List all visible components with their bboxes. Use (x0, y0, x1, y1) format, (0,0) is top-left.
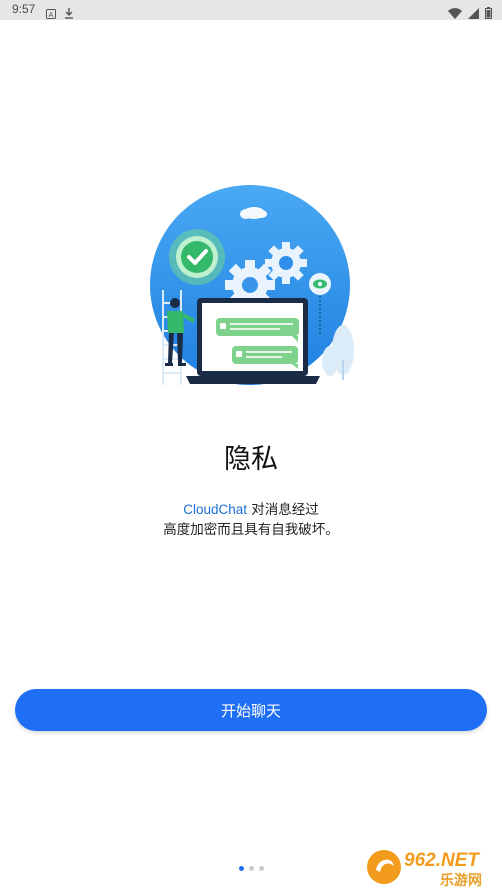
page-title: 隐私 (224, 444, 278, 475)
watermark-site: 乐游网 (440, 872, 482, 889)
signal-icon (468, 4, 479, 23)
page-dot-2 (248, 866, 254, 871)
svg-text:A: A (49, 12, 54, 19)
watermark-brand: 962.NET (404, 850, 480, 871)
brand-name: CloudChat (183, 502, 247, 517)
start-chat-button[interactable]: 开始聊天 (15, 689, 487, 731)
screen: 9:57 A 隐私 CloudChat 对消息经过 高度加密而且具有自我破坏。 … (0, 0, 502, 894)
description: CloudChat 对消息经过 高度加密而且具有自我破坏。 (0, 500, 502, 540)
notification-a-icon: A (46, 4, 56, 23)
download-icon (64, 4, 74, 23)
wifi-icon (448, 4, 462, 23)
status-right-icons (448, 4, 492, 23)
watermark-logo: 962.NET 乐游网 (364, 844, 498, 890)
battery-icon (485, 4, 492, 23)
status-bar: 9:57 A (0, 0, 502, 20)
page-dot-1 (238, 866, 244, 871)
privacy-illustration (150, 185, 356, 390)
status-time: 9:57 (12, 2, 36, 16)
page-dot-3 (258, 866, 264, 871)
description-line-1: CloudChat 对消息经过 (0, 500, 502, 520)
description-line-1-text: 对消息经过 (247, 502, 319, 518)
description-line-2: 高度加密而且具有自我破坏。 (163, 522, 339, 538)
